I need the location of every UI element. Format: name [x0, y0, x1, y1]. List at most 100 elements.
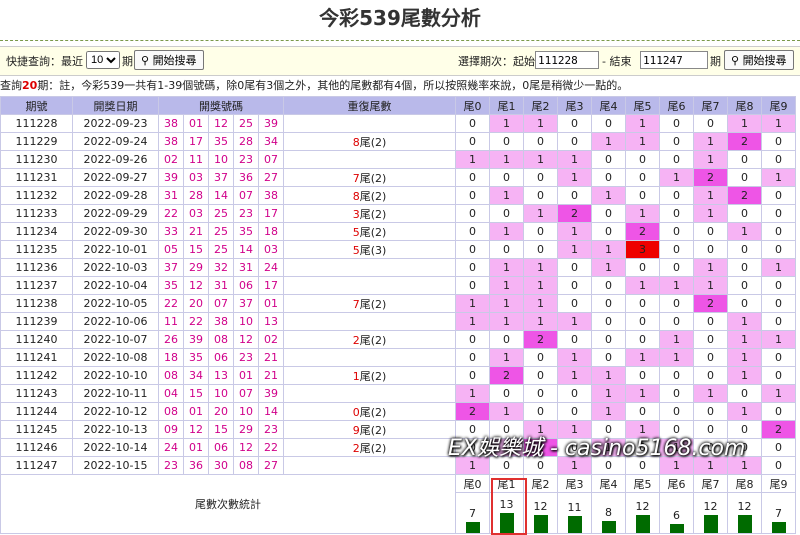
- number-cell: 39: [183, 330, 209, 349]
- repeat-cell: [283, 150, 456, 169]
- tail-count-cell: 0: [455, 258, 490, 277]
- stats-bar: [533, 515, 548, 533]
- date-cell: 2022-09-28: [72, 186, 159, 205]
- tail-count-cell: 1: [625, 348, 660, 367]
- range-search-button[interactable]: ⚲ 開始搜尋: [724, 50, 794, 70]
- repeat-cell: 2尾(2): [283, 330, 456, 349]
- tail-count-cell: 0: [591, 348, 626, 367]
- period-cell: 111231: [0, 168, 73, 187]
- stats-bar: [465, 522, 480, 533]
- stats-bar-cell: 12: [727, 492, 762, 534]
- stats-tail-header: 尾7: [693, 474, 728, 493]
- period-cell: 111247: [0, 456, 73, 475]
- tail-count-cell: 0: [727, 384, 762, 403]
- tail-count-cell: 0: [625, 258, 660, 277]
- stats-count: 12: [533, 500, 548, 513]
- period-cell: 111234: [0, 222, 73, 241]
- number-cell: 02: [158, 150, 184, 169]
- tail-count-cell: 0: [727, 150, 762, 169]
- number-cell: 25: [233, 114, 259, 133]
- number-cell: 21: [183, 222, 209, 241]
- number-cell: 23: [233, 150, 259, 169]
- tail-count-cell: 0: [591, 222, 626, 241]
- number-cell: 12: [183, 420, 209, 439]
- stats-count: 11: [567, 501, 582, 514]
- tail-count-cell: 0: [659, 150, 694, 169]
- number-cell: 14: [208, 186, 234, 205]
- repeat-tail: 8: [352, 135, 360, 149]
- tail-count-cell: 0: [591, 312, 626, 331]
- number-cell: 07: [208, 294, 234, 313]
- stats-label: 尾數次數統計: [0, 474, 456, 534]
- date-cell: 2022-09-26: [72, 150, 159, 169]
- date-cell: 2022-10-08: [72, 348, 159, 367]
- number-cell: 21: [258, 366, 284, 385]
- repeat-cell: 0尾(2): [283, 402, 456, 421]
- period-cell: 111243: [0, 384, 73, 403]
- repeat-cell: 7尾(2): [283, 294, 456, 313]
- tail-count-cell: 1: [557, 222, 592, 241]
- tail-count-cell: 1: [489, 402, 524, 421]
- repeat-cell: [283, 258, 456, 277]
- col-tail: 尾4: [591, 96, 626, 115]
- number-cell: 15: [183, 240, 209, 259]
- recent-select[interactable]: 10: [86, 51, 120, 69]
- tail-count-cell: 0: [761, 402, 796, 421]
- page-title: 今彩539尾數分析: [319, 6, 481, 30]
- tail-count-cell: 0: [625, 150, 660, 169]
- tail-count-cell: 0: [557, 186, 592, 205]
- col-repeat: 重復尾數: [283, 96, 456, 115]
- number-cell: 13: [208, 366, 234, 385]
- number-cell: 35: [233, 222, 259, 241]
- stats-tail-header: 尾6: [659, 474, 694, 493]
- period-cell: 111233: [0, 204, 73, 223]
- divider: [0, 40, 800, 41]
- stats-tail-header: 尾4: [591, 474, 626, 493]
- tail-count-cell: 0: [455, 276, 490, 295]
- number-cell: 04: [158, 384, 184, 403]
- number-cell: 21: [258, 348, 284, 367]
- number-cell: 26: [158, 330, 184, 349]
- start-period-input[interactable]: [535, 51, 599, 69]
- number-cell: 39: [158, 168, 184, 187]
- tail-count-cell: 1: [489, 312, 524, 331]
- period-cell: 111230: [0, 150, 73, 169]
- tail-count-cell: 1: [489, 348, 524, 367]
- tail-count-cell: 1: [693, 384, 728, 403]
- number-cell: 37: [158, 258, 184, 277]
- repeat-tail: 7: [352, 171, 360, 185]
- tail-count-cell: 1: [693, 204, 728, 223]
- period-cell: 111232: [0, 186, 73, 205]
- number-cell: 18: [158, 348, 184, 367]
- stats-tail-header: 尾5: [625, 474, 660, 493]
- repeat-count: 尾(2): [359, 441, 387, 455]
- number-cell: 05: [158, 240, 184, 259]
- period-cell: 111236: [0, 258, 73, 277]
- repeat-tail: 7: [352, 297, 360, 311]
- stats-bar: [567, 516, 582, 533]
- repeat-cell: [283, 456, 456, 475]
- date-cell: 2022-10-11: [72, 384, 159, 403]
- period-cell: 111242: [0, 366, 73, 385]
- repeat-cell: [283, 312, 456, 331]
- repeat-cell: 8尾(2): [283, 186, 456, 205]
- stats-bar-cell: 6: [659, 492, 694, 534]
- tail-count-cell: 1: [693, 186, 728, 205]
- tail-count-cell: 1: [659, 330, 694, 349]
- repeat-cell: 5尾(2): [283, 222, 456, 241]
- quick-search-button[interactable]: ⚲ 開始搜尋: [134, 50, 204, 70]
- tail-count-cell: 0: [625, 168, 660, 187]
- tail-count-cell: 0: [761, 240, 796, 259]
- tail-count-cell: 2: [693, 168, 728, 187]
- table-row: 111243 2022-10-11 04 15 10 07 39 1 0 0 0 1 1 0 1 0 1: [0, 384, 796, 403]
- tail-count-cell: 0: [489, 330, 524, 349]
- tail-count-cell: 1: [455, 384, 490, 403]
- number-cell: 35: [208, 132, 234, 151]
- stats-tail-header: 尾0: [455, 474, 490, 493]
- tail-count-cell: 0: [761, 222, 796, 241]
- number-cell: 34: [258, 132, 284, 151]
- tail-count-cell: 0: [625, 330, 660, 349]
- period-cell: 111229: [0, 132, 73, 151]
- tail-count-cell: 0: [693, 114, 728, 133]
- end-period-input[interactable]: [640, 51, 708, 69]
